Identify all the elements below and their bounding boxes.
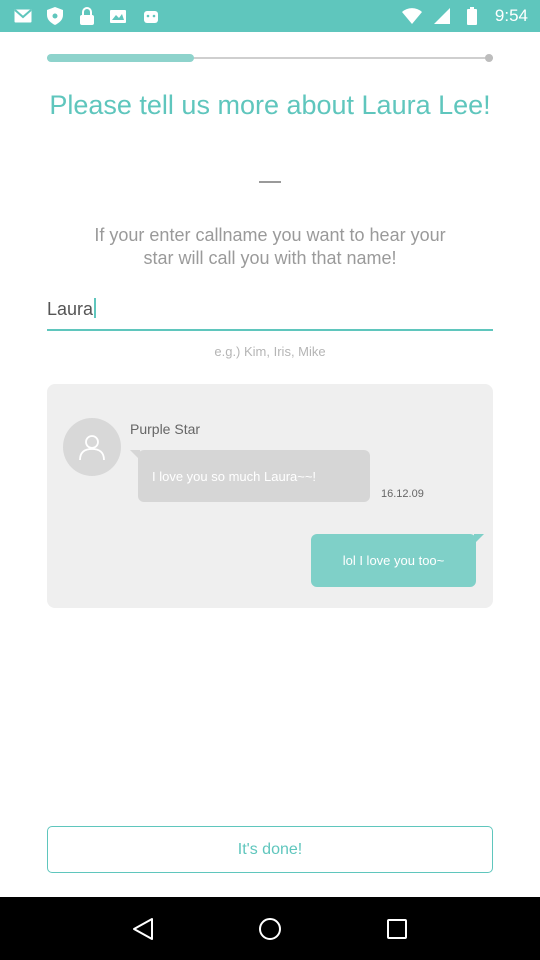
android-icon — [140, 5, 162, 27]
sender-name: Purple Star — [130, 421, 201, 437]
callname-value[interactable]: Laura — [47, 298, 97, 320]
progress-end-dot — [485, 54, 493, 62]
callname-hint: e.g.) Kim, Iris, Mike — [214, 344, 326, 359]
avatar — [63, 418, 121, 476]
wifi-icon — [401, 5, 423, 27]
gmail-icon — [12, 5, 34, 27]
outgoing-message-text: lol I love you too~ — [342, 553, 445, 568]
home-icon[interactable] — [250, 909, 290, 949]
privacy-shield-icon — [44, 5, 66, 27]
cellular-signal-icon — [431, 5, 453, 27]
bubble-tail — [130, 450, 140, 460]
chat-preview-card: Purple Star I love you so much Laura~~! … — [47, 384, 493, 608]
text-caret — [94, 298, 97, 318]
person-icon — [79, 435, 105, 461]
progress-fill — [47, 54, 195, 62]
message-date: 16.12.09 — [381, 488, 424, 500]
battery-icon — [461, 5, 483, 27]
status-time: 9:54 — [494, 6, 528, 25]
bubble-tail — [474, 534, 484, 544]
callname-input[interactable]: Laura — [47, 296, 493, 331]
recents-icon[interactable] — [377, 909, 417, 949]
incoming-message-bubble: I love you so much Laura~~! — [130, 450, 370, 502]
lock-icon — [76, 5, 98, 27]
title-divider — [259, 181, 281, 183]
outgoing-message-bubble: lol I love you too~ — [311, 534, 484, 587]
incoming-message-text: I love you so much Laura~~! — [152, 469, 317, 484]
page-subtitle: If your enter callname you want to hear … — [94, 225, 446, 268]
status-bar: 9:54 — [0, 0, 540, 32]
done-button[interactable]: It's done! — [47, 826, 493, 873]
navigation-bar — [0, 897, 540, 960]
photo-icon — [108, 5, 130, 27]
page-title: Please tell us more about Laura Lee! — [49, 90, 491, 120]
back-icon[interactable] — [123, 909, 163, 949]
progress-bar — [47, 54, 493, 62]
